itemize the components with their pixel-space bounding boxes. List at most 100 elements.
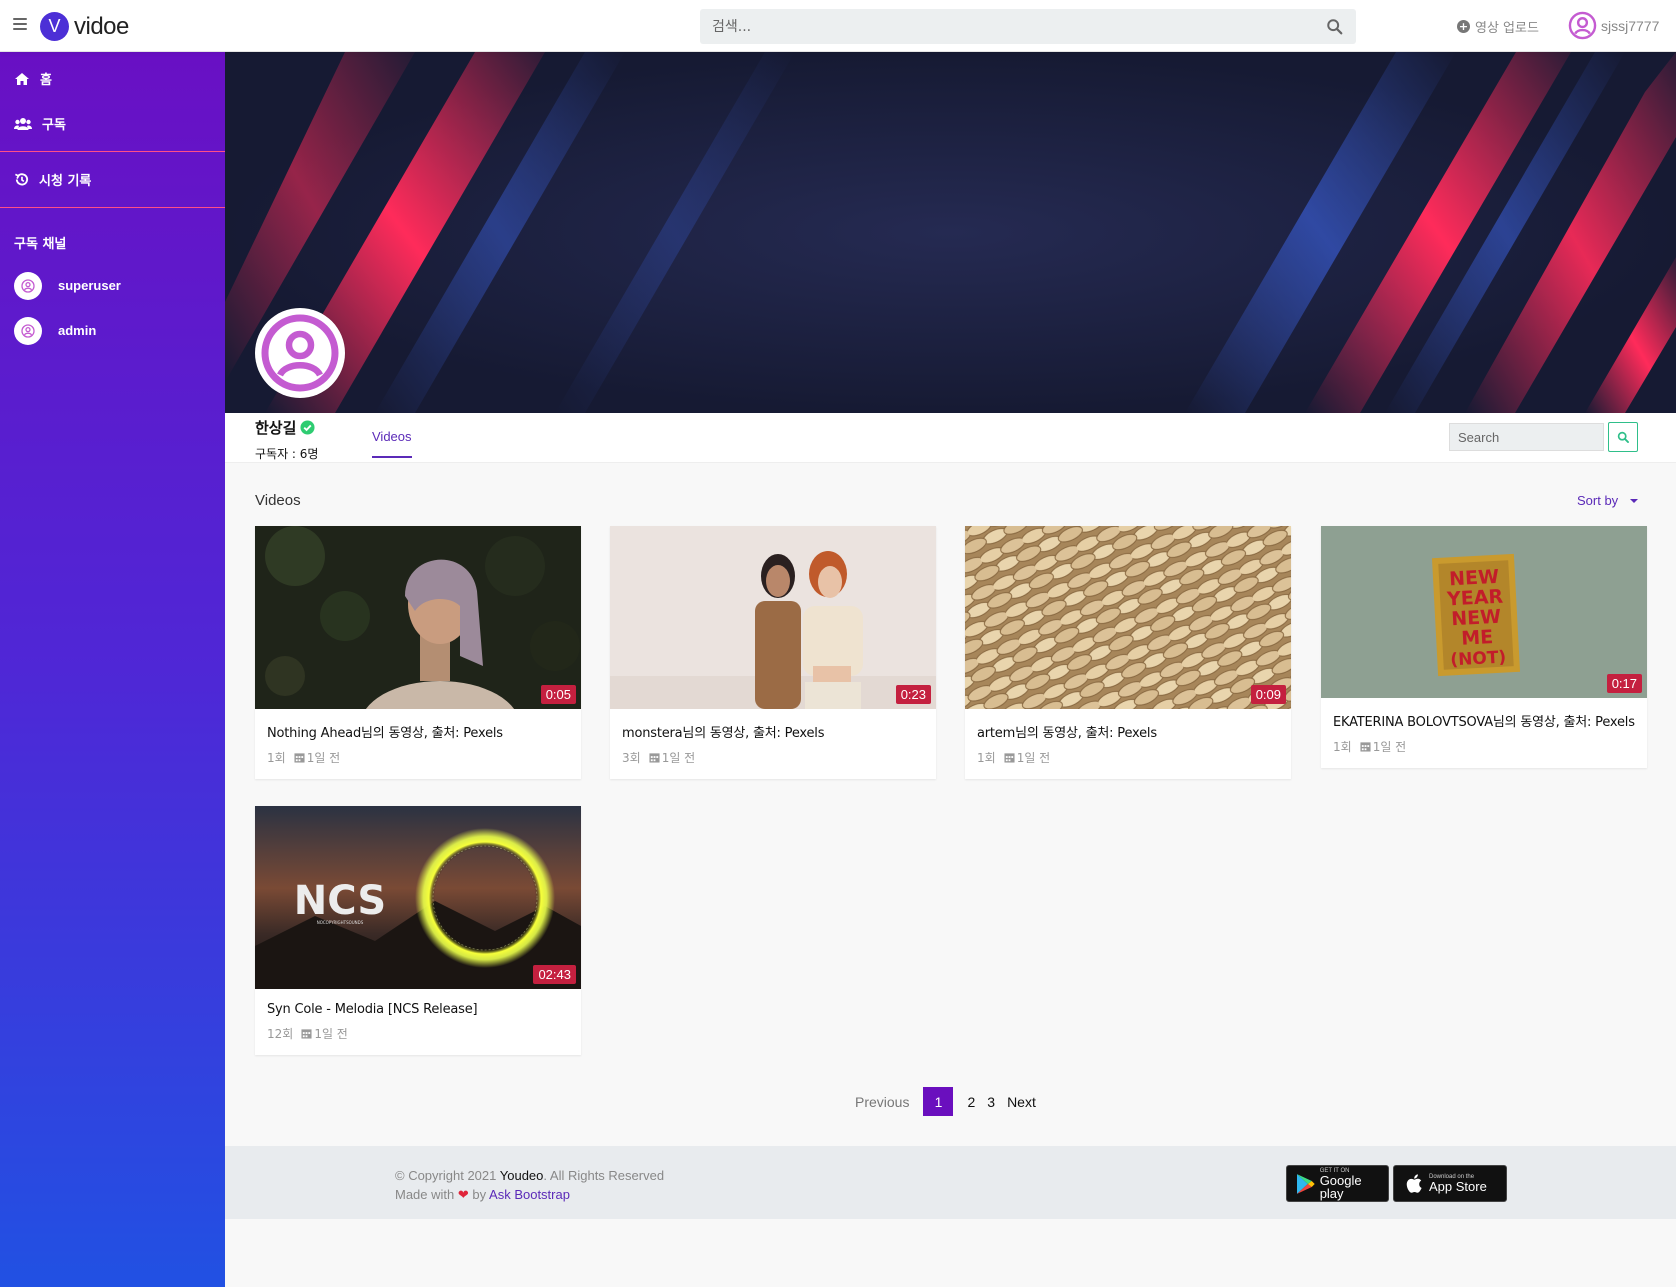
calendar-icon	[1004, 753, 1015, 763]
sidebar-item-home[interactable]: 홈	[0, 56, 225, 101]
view-count: 3회	[622, 751, 641, 765]
channel-name-text: 한상길	[255, 419, 297, 437]
card-text-line: (NOT)	[1450, 647, 1507, 670]
logo-text: vidoe	[74, 12, 129, 40]
logo[interactable]: V vidoe	[40, 12, 129, 41]
apple-icon	[1406, 1174, 1422, 1193]
app-store-label: App Store	[1429, 1179, 1487, 1194]
video-thumbnail[interactable]: NCS NOCOPYRIGHTSOUNDS 02:43	[255, 806, 581, 989]
top-search-input[interactable]	[700, 9, 1300, 44]
channel-avatar-icon	[14, 271, 42, 300]
author-link[interactable]: Ask Bootstrap	[489, 1187, 570, 1202]
tab-videos[interactable]: Videos	[372, 429, 412, 458]
channel-avatar-icon	[14, 316, 42, 345]
sort-by-label: Sort by	[1577, 493, 1619, 508]
sidebar-item-subscriptions[interactable]: 구독	[0, 101, 225, 146]
search-icon[interactable]	[1326, 18, 1344, 36]
channel-search-button[interactable]	[1608, 422, 1638, 452]
thumbnail-two-women	[610, 526, 936, 709]
user-circle-icon	[261, 314, 339, 392]
top-navbar: V vidoe + 영상 업로드 sjssj7777	[0, 0, 1676, 52]
video-card[interactable]: 0:23 monstera님의 동영상, 출처: Pexels 3회 1일 전	[610, 526, 936, 779]
upload-video-link[interactable]: + 영상 업로드	[1457, 17, 1539, 36]
sidebar: 홈 구독 시청 기록 구독 채널 superuser admin	[0, 52, 225, 1287]
subscriber-count: 구독자 : 6명	[255, 447, 319, 461]
duration-badge: 0:05	[540, 685, 576, 704]
menu-toggle-icon[interactable]	[13, 18, 27, 30]
video-title[interactable]: Syn Cole - Melodia [NCS Release]	[255, 989, 581, 1017]
video-thumbnail[interactable]: 0:23	[610, 526, 936, 709]
sidebar-channel-admin[interactable]: admin	[0, 308, 225, 353]
thumbnail-seeds	[965, 526, 1291, 709]
app-store-button[interactable]: Download on the App Store	[1393, 1165, 1507, 1202]
footer-brand[interactable]: Youdeo	[500, 1168, 544, 1183]
plus-circle-icon: +	[1457, 20, 1470, 33]
verified-icon	[300, 420, 315, 435]
caret-down-icon	[1630, 498, 1639, 503]
channel-avatar[interactable]	[255, 308, 345, 398]
calendar-icon	[1360, 742, 1371, 752]
user-menu[interactable]: sjssj7777	[1568, 11, 1659, 40]
sidebar-channel-superuser[interactable]: superuser	[0, 263, 225, 308]
upload-date: 1일 전	[306, 751, 341, 765]
ncs-logo-text: NCS	[294, 878, 386, 924]
pagination-page-2[interactable]: 2	[967, 1094, 975, 1110]
video-meta: 3회 1일 전	[610, 741, 936, 779]
pagination-page-3[interactable]: 3	[987, 1094, 995, 1110]
channel-banner	[225, 52, 1676, 413]
history-icon	[15, 173, 28, 186]
video-meta: 1회 1일 전	[255, 741, 581, 779]
video-card[interactable]: 0:05 Nothing Ahead님의 동영상, 출처: Pexels 1회 …	[255, 526, 581, 779]
search-icon	[1617, 431, 1629, 443]
card-text-line: ME	[1461, 626, 1494, 650]
channel-name: admin	[58, 323, 97, 338]
copyright-text: © Copyright 2021 Youdeo. All Rights Rese…	[395, 1166, 664, 1204]
made-with-text: Made with	[395, 1187, 458, 1202]
duration-badge: 0:23	[895, 685, 931, 704]
video-card[interactable]: NCS NOCOPYRIGHTSOUNDS 02:43 Syn Cole - M…	[255, 806, 581, 1055]
channel-header: 한상길 구독자 : 6명 Videos	[225, 413, 1676, 463]
view-count: 1회	[977, 751, 996, 765]
video-title[interactable]: EKATERINA BOLOVTSOVA님의 동영상, 출처: Pexels	[1321, 698, 1647, 730]
subscriptions-heading: 구독 채널	[14, 237, 67, 252]
heart-icon: ❤	[457, 1187, 469, 1202]
thumbnail-ncs: NCS NOCOPYRIGHTSOUNDS	[255, 806, 581, 989]
view-count: 12회	[267, 1027, 294, 1041]
video-thumbnail[interactable]: NEW YEAR NEW ME (NOT) 0:17	[1321, 526, 1647, 698]
video-meta: 12회 1일 전	[255, 1017, 581, 1055]
video-title[interactable]: artem님의 동영상, 출처: Pexels	[965, 709, 1291, 741]
video-title[interactable]: monstera님의 동영상, 출처: Pexels	[610, 709, 936, 741]
pagination-previous[interactable]: Previous	[855, 1094, 909, 1110]
sidebar-item-label: 시청 기록	[39, 174, 92, 189]
copyright-prefix: © Copyright 2021	[395, 1168, 500, 1183]
video-title[interactable]: Nothing Ahead님의 동영상, 출처: Pexels	[255, 709, 581, 741]
calendar-icon	[649, 753, 660, 763]
video-card[interactable]: 0:09 artem님의 동영상, 출처: Pexels 1회 1일 전	[965, 526, 1291, 779]
section-title: Videos	[255, 492, 301, 509]
video-thumbnail[interactable]: 0:09	[965, 526, 1291, 709]
sort-by-dropdown[interactable]: Sort by	[1577, 493, 1639, 508]
copyright-suffix: . All Rights Reserved	[543, 1168, 665, 1183]
view-count: 1회	[267, 751, 286, 765]
sidebar-item-history[interactable]: 시청 기록	[0, 157, 225, 202]
thumbnail-new-year-card: NEW YEAR NEW ME (NOT)	[1321, 526, 1647, 698]
view-count: 1회	[1333, 740, 1352, 754]
channel-name: superuser	[58, 278, 121, 293]
user-avatar-icon	[1568, 11, 1597, 40]
by-text: by	[468, 1187, 490, 1202]
top-search-bar	[700, 9, 1356, 44]
video-thumbnail[interactable]: 0:05	[255, 526, 581, 709]
sidebar-divider	[0, 151, 225, 152]
video-card[interactable]: NEW YEAR NEW ME (NOT) 0:17 EKATERINA BOL…	[1321, 526, 1647, 768]
footer: © Copyright 2021 Youdeo. All Rights Rese…	[225, 1146, 1676, 1219]
username: sjssj7777	[1601, 17, 1660, 34]
pagination-page-1[interactable]: 1	[923, 1087, 954, 1116]
banner-stripes	[225, 52, 1676, 413]
video-meta: 1회 1일 전	[1321, 730, 1647, 768]
pagination-next[interactable]: Next	[1007, 1094, 1036, 1110]
upload-date: 1일 전	[661, 751, 696, 765]
google-play-button[interactable]: GET IT ON Google play	[1286, 1165, 1389, 1202]
pagination: Previous 1 2 3 Next	[855, 1087, 1048, 1116]
channel-search-input[interactable]	[1449, 423, 1604, 451]
ncs-sub-text: NOCOPYRIGHTSOUNDS	[317, 920, 364, 925]
